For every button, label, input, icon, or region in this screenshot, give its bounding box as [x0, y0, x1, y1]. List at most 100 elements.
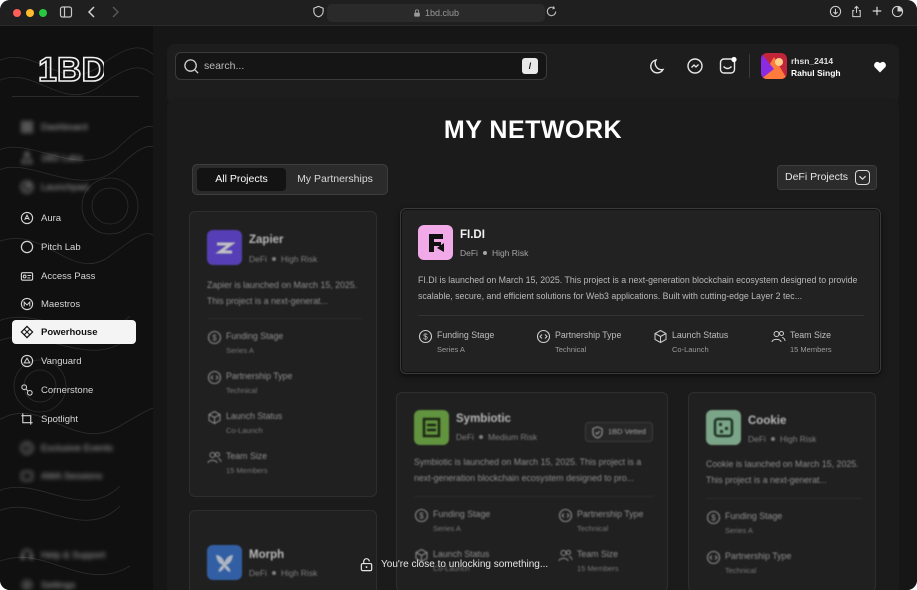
project-meta: DeFi High Risk	[460, 248, 529, 258]
svg-text:$: $	[423, 333, 428, 342]
project-name: FI.DI	[460, 229, 485, 241]
sidebar-item-label: AMA Sessions	[41, 470, 103, 482]
sidebar-item-label: Exclusive Events	[41, 442, 113, 454]
shield-icon[interactable]	[310, 5, 326, 21]
sidebar-item-ama-sessions[interactable]: AMA Sessions	[12, 464, 136, 488]
symbiotic-logo	[414, 410, 449, 445]
shield-check-icon	[592, 426, 603, 439]
notification-icon[interactable]	[718, 56, 738, 76]
project-name: Symbiotic	[456, 413, 511, 425]
sidebar-item-spotlight[interactable]: Spotlight	[12, 407, 136, 431]
project-meta: DeFi High Risk	[748, 434, 817, 444]
users-icon	[207, 452, 222, 464]
zapier-logo	[207, 230, 242, 265]
search-icon	[184, 59, 199, 74]
box-icon	[654, 329, 667, 344]
back-arrow-icon[interactable]	[84, 5, 100, 21]
dollar-icon: $	[418, 329, 433, 344]
reload-icon[interactable]	[543, 5, 559, 21]
browser-toolbar: 1bd.club	[0, 0, 917, 26]
svg-text:$: $	[419, 512, 424, 521]
forward-arrow-icon[interactable]	[107, 5, 123, 21]
network-panel: MY NETWORK All Projects My Partnerships …	[167, 98, 899, 590]
category-filter-dropdown[interactable]: DeFi Projects	[777, 165, 877, 190]
sidebar-item-label: Help & Support	[41, 549, 106, 561]
sidebar-item-access-pass[interactable]: Access Pass	[12, 264, 136, 288]
dollar-icon: $	[706, 510, 721, 525]
new-tab-icon[interactable]	[869, 5, 885, 21]
morph-logo	[207, 545, 242, 580]
close-window-button[interactable]	[13, 9, 21, 17]
page-title: MY NETWORK	[443, 116, 623, 144]
sidebar-item-launchpad[interactable]: Launchpad	[12, 175, 136, 199]
minimize-window-button[interactable]	[26, 9, 34, 17]
sidebar-item-label: Access Pass	[41, 270, 96, 282]
username: rhsn_2414	[791, 56, 834, 66]
project-name: Morph	[249, 549, 285, 561]
sidebar-item-help-and-support[interactable]: Help & Support	[12, 543, 136, 567]
tab-my-partnerships[interactable]: My Partnerships	[289, 168, 381, 191]
download-icon[interactable]	[827, 5, 843, 21]
sidebar: 1BD Dashboard 1BD Labs Launchpad Aura Pitch …	[0, 26, 153, 590]
dollar-icon: $	[414, 508, 429, 523]
search-shortcut-key: /	[522, 58, 538, 74]
heart-icon[interactable]	[873, 60, 887, 74]
maestros-icon	[20, 297, 34, 311]
sidebar-item-1bd-labs[interactable]: 1BD Labs	[12, 146, 136, 170]
fidi-logo	[418, 225, 453, 260]
sidebar-item-maestros[interactable]: Maestros	[12, 292, 136, 316]
sidebar-item-vanguard[interactable]: Vanguard	[12, 349, 136, 373]
sidebar-item-powerhouse[interactable]: Powerhouse	[12, 320, 136, 344]
sidebar-item-label: Aura	[41, 212, 62, 224]
sidebar-toggle-icon[interactable]	[58, 5, 74, 21]
brand-logo[interactable]: 1BD	[38, 52, 104, 86]
filter-label: DeFi Projects	[785, 171, 849, 183]
project-name: Cookie	[748, 415, 787, 427]
sidebar-item-settings[interactable]: Settings	[12, 573, 136, 590]
sidebar-item-label: 1BD Labs	[41, 152, 83, 164]
sidebar-item-label: Vanguard	[41, 355, 82, 367]
toast-text: You're close to unlocking something...	[381, 558, 549, 570]
launchpad-icon	[20, 180, 34, 194]
sidebar-item-exclusive-events[interactable]: Exclusive Events	[12, 436, 136, 460]
tab-all-projects[interactable]: All Projects	[197, 168, 286, 191]
sidebar-item-label: Spotlight	[41, 413, 78, 425]
sidebar-item-cornerstone[interactable]: Cornerstone	[12, 378, 136, 402]
moon-icon[interactable]	[649, 56, 669, 76]
chevron-down-icon	[855, 170, 870, 185]
settings-icon	[21, 579, 33, 590]
share-icon[interactable]	[848, 5, 864, 21]
svg-text:1BD: 1BD	[38, 52, 104, 86]
sidebar-item-aura[interactable]: Aura	[12, 206, 136, 230]
avatar[interactable]	[761, 53, 787, 79]
aura-icon	[20, 211, 34, 225]
sidebar-divider	[12, 96, 139, 97]
dashboard-icon	[21, 121, 33, 133]
lock-icon	[414, 9, 420, 17]
address-bar[interactable]: 1bd.club	[327, 4, 545, 22]
top-header: / rhsn_2414 Rahul Singh	[167, 44, 899, 104]
unlock-toast: You're close to unlocking something...	[359, 554, 548, 574]
project-tabs: All Projects My Partnerships	[192, 164, 388, 195]
project-card-zapier[interactable]: Zapier DeFi High Risk Zapier is launched …	[189, 211, 377, 497]
project-card-cookie[interactable]: Cookie DeFi High Risk Cookie is launched …	[688, 392, 876, 590]
sidebar-item-pitch-lab[interactable]: Pitch Lab	[12, 235, 136, 259]
url-text: 1bd.club	[424, 8, 460, 18]
sidebar-item-dashboard[interactable]: Dashboard	[12, 115, 136, 139]
project-card-fidi[interactable]: FI.DI DeFi High Risk FI.DI is launched on…	[400, 208, 881, 374]
sidebar-item-label: Pitch Lab	[41, 241, 81, 253]
chat-icon[interactable]	[685, 56, 705, 76]
sidebar-item-label: Launchpad	[41, 181, 89, 193]
search-bar[interactable]: /	[175, 52, 547, 80]
project-description: FI.DI is launched on March 15, 2025. Thi…	[418, 275, 858, 301]
sidebar-item-label: Powerhouse	[41, 326, 98, 338]
ama-icon	[21, 471, 33, 481]
project-meta: DeFi High Risk	[249, 254, 318, 264]
project-description: Zapier is launched on March 15, 2025. Th…	[207, 280, 358, 306]
sidebar-item-label: Cornerstone	[41, 384, 94, 396]
project-card-morph[interactable]: Morph DeFi High Risk	[189, 510, 377, 590]
tab-overview-icon[interactable]	[889, 5, 905, 21]
search-input[interactable]	[204, 53, 504, 79]
maximize-window-button[interactable]	[39, 9, 47, 17]
sidebar-item-label: Settings	[41, 579, 76, 590]
